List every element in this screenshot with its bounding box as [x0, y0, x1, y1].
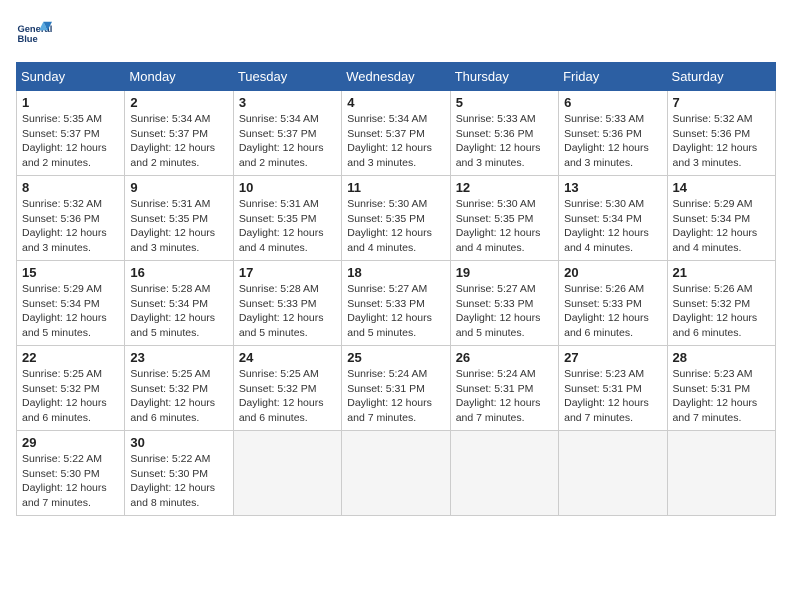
- week-row-4: 22Sunrise: 5:25 AM Sunset: 5:32 PM Dayli…: [17, 346, 776, 431]
- calendar-day-empty: [233, 431, 341, 516]
- weekday-header-tuesday: Tuesday: [233, 63, 341, 91]
- calendar-day-28: 28Sunrise: 5:23 AM Sunset: 5:31 PM Dayli…: [667, 346, 775, 431]
- calendar-day-21: 21Sunrise: 5:26 AM Sunset: 5:32 PM Dayli…: [667, 261, 775, 346]
- weekday-header-row: SundayMondayTuesdayWednesdayThursdayFrid…: [17, 63, 776, 91]
- weekday-header-sunday: Sunday: [17, 63, 125, 91]
- calendar-day-3: 3Sunrise: 5:34 AM Sunset: 5:37 PM Daylig…: [233, 91, 341, 176]
- week-row-3: 15Sunrise: 5:29 AM Sunset: 5:34 PM Dayli…: [17, 261, 776, 346]
- calendar-day-empty: [450, 431, 558, 516]
- calendar-day-26: 26Sunrise: 5:24 AM Sunset: 5:31 PM Dayli…: [450, 346, 558, 431]
- weekday-header-friday: Friday: [559, 63, 667, 91]
- calendar-day-23: 23Sunrise: 5:25 AM Sunset: 5:32 PM Dayli…: [125, 346, 233, 431]
- logo: General Blue: [16, 16, 52, 52]
- calendar-day-25: 25Sunrise: 5:24 AM Sunset: 5:31 PM Dayli…: [342, 346, 450, 431]
- calendar-day-18: 18Sunrise: 5:27 AM Sunset: 5:33 PM Dayli…: [342, 261, 450, 346]
- calendar-day-14: 14Sunrise: 5:29 AM Sunset: 5:34 PM Dayli…: [667, 176, 775, 261]
- calendar-day-29: 29Sunrise: 5:22 AM Sunset: 5:30 PM Dayli…: [17, 431, 125, 516]
- weekday-header-wednesday: Wednesday: [342, 63, 450, 91]
- week-row-5: 29Sunrise: 5:22 AM Sunset: 5:30 PM Dayli…: [17, 431, 776, 516]
- calendar-day-empty: [342, 431, 450, 516]
- calendar-day-5: 5Sunrise: 5:33 AM Sunset: 5:36 PM Daylig…: [450, 91, 558, 176]
- calendar-day-22: 22Sunrise: 5:25 AM Sunset: 5:32 PM Dayli…: [17, 346, 125, 431]
- calendar-day-15: 15Sunrise: 5:29 AM Sunset: 5:34 PM Dayli…: [17, 261, 125, 346]
- logo-icon: General Blue: [16, 16, 52, 52]
- page-header: General Blue: [16, 16, 776, 52]
- weekday-header-thursday: Thursday: [450, 63, 558, 91]
- calendar-day-20: 20Sunrise: 5:26 AM Sunset: 5:33 PM Dayli…: [559, 261, 667, 346]
- calendar-day-empty: [559, 431, 667, 516]
- calendar-day-1: 1Sunrise: 5:35 AM Sunset: 5:37 PM Daylig…: [17, 91, 125, 176]
- calendar-day-17: 17Sunrise: 5:28 AM Sunset: 5:33 PM Dayli…: [233, 261, 341, 346]
- calendar-day-empty: [667, 431, 775, 516]
- calendar-day-2: 2Sunrise: 5:34 AM Sunset: 5:37 PM Daylig…: [125, 91, 233, 176]
- calendar-day-9: 9Sunrise: 5:31 AM Sunset: 5:35 PM Daylig…: [125, 176, 233, 261]
- calendar-day-12: 12Sunrise: 5:30 AM Sunset: 5:35 PM Dayli…: [450, 176, 558, 261]
- calendar-day-24: 24Sunrise: 5:25 AM Sunset: 5:32 PM Dayli…: [233, 346, 341, 431]
- calendar-day-16: 16Sunrise: 5:28 AM Sunset: 5:34 PM Dayli…: [125, 261, 233, 346]
- svg-text:Blue: Blue: [17, 34, 37, 44]
- calendar-day-6: 6Sunrise: 5:33 AM Sunset: 5:36 PM Daylig…: [559, 91, 667, 176]
- week-row-1: 1Sunrise: 5:35 AM Sunset: 5:37 PM Daylig…: [17, 91, 776, 176]
- calendar-day-19: 19Sunrise: 5:27 AM Sunset: 5:33 PM Dayli…: [450, 261, 558, 346]
- calendar-table: SundayMondayTuesdayWednesdayThursdayFrid…: [16, 62, 776, 516]
- weekday-header-monday: Monday: [125, 63, 233, 91]
- calendar-day-27: 27Sunrise: 5:23 AM Sunset: 5:31 PM Dayli…: [559, 346, 667, 431]
- calendar-day-8: 8Sunrise: 5:32 AM Sunset: 5:36 PM Daylig…: [17, 176, 125, 261]
- weekday-header-saturday: Saturday: [667, 63, 775, 91]
- calendar-day-11: 11Sunrise: 5:30 AM Sunset: 5:35 PM Dayli…: [342, 176, 450, 261]
- calendar-day-30: 30Sunrise: 5:22 AM Sunset: 5:30 PM Dayli…: [125, 431, 233, 516]
- calendar-day-13: 13Sunrise: 5:30 AM Sunset: 5:34 PM Dayli…: [559, 176, 667, 261]
- week-row-2: 8Sunrise: 5:32 AM Sunset: 5:36 PM Daylig…: [17, 176, 776, 261]
- calendar-day-7: 7Sunrise: 5:32 AM Sunset: 5:36 PM Daylig…: [667, 91, 775, 176]
- calendar-day-4: 4Sunrise: 5:34 AM Sunset: 5:37 PM Daylig…: [342, 91, 450, 176]
- calendar-day-10: 10Sunrise: 5:31 AM Sunset: 5:35 PM Dayli…: [233, 176, 341, 261]
